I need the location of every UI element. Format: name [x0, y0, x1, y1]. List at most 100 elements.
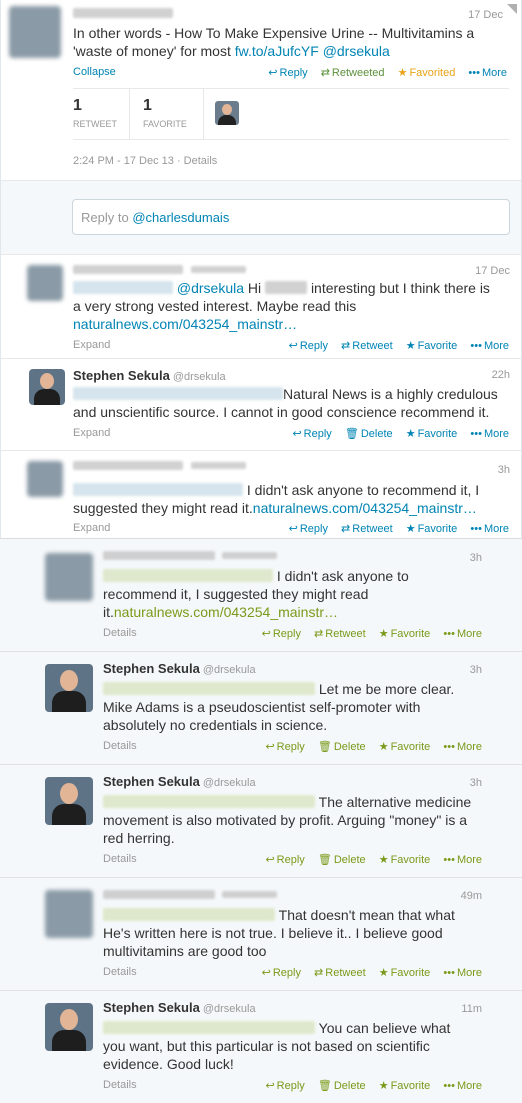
favoriter-avatar[interactable] — [215, 101, 239, 125]
thread-tweet[interactable]: Stephen Sekula @drsekula 22h Natural News… — [1, 358, 522, 450]
favorite-button[interactable]: ★ Favorite — [379, 966, 431, 979]
tweet-time[interactable]: 3h — [470, 777, 482, 789]
favorite-button[interactable]: ★ Favorite — [406, 522, 458, 535]
reply-button[interactable]: ↩ Reply — [268, 66, 307, 79]
expand-link[interactable]: Expand — [73, 339, 110, 351]
more-button[interactable]: ••• More — [443, 854, 482, 866]
favorite-button[interactable]: ★ Favorite — [379, 1079, 431, 1092]
avatar[interactable] — [45, 553, 93, 601]
more-button[interactable]: ••• More — [443, 741, 482, 753]
reply-button[interactable]: ↩ Reply — [265, 1079, 304, 1092]
reply-button[interactable]: ↩ Reply — [262, 627, 301, 640]
avatar[interactable] — [9, 6, 61, 58]
tweet-link[interactable]: naturalnews.com/043254_mainstr… — [73, 316, 297, 332]
tweet-time[interactable]: 3h — [470, 664, 482, 676]
more-button[interactable]: ••• More — [443, 628, 482, 640]
tweet-actions: ↩ Reply 🗑 Delete ★ Favorite ••• More — [255, 853, 482, 866]
mention-link[interactable]: @drsekula — [177, 280, 244, 296]
details-link[interactable]: Details — [103, 966, 137, 978]
more-button[interactable]: ••• More — [443, 967, 482, 979]
details-link[interactable]: Details — [184, 155, 218, 167]
thread-tweet[interactable]: 49m That doesn't mean that what He's wri… — [0, 877, 522, 990]
tweet-link[interactable]: naturalnews.com/043254_mainstr… — [114, 604, 338, 620]
thread-tweet[interactable]: Stephen Sekula @drsekula 3h The alternati… — [0, 764, 522, 877]
avatar[interactable] — [29, 369, 65, 405]
reply-button[interactable]: ↩ Reply — [289, 522, 328, 535]
delete-button[interactable]: 🗑 Delete — [345, 427, 393, 440]
dots-icon: ••• — [443, 854, 455, 866]
reply-arrow-icon: ↩ — [265, 1080, 275, 1092]
retweet-icon: ⇄ — [341, 523, 351, 535]
delete-button[interactable]: 🗑 Delete — [318, 740, 366, 753]
details-link[interactable]: Details — [103, 627, 137, 639]
more-button[interactable]: ••• More — [443, 1080, 482, 1092]
thread-tweet[interactable]: Stephen Sekula @drsekula 3h Let me be mor… — [0, 651, 522, 764]
expand-link[interactable]: Expand — [73, 427, 110, 439]
reply-button[interactable]: ↩ Reply — [265, 853, 304, 866]
conversation-panel-top: 17 Dec In other words - How To Make Expe… — [0, 0, 522, 538]
tweet-time[interactable]: 3h — [470, 552, 482, 564]
tweet-link[interactable]: naturalnews.com/043254_mainstr… — [253, 500, 477, 516]
favorited-button[interactable]: ★ Favorited — [398, 66, 456, 79]
retweet-stat[interactable]: 1 RETWEET — [73, 97, 129, 129]
reply-button[interactable]: ↩ Reply — [292, 427, 331, 440]
tweet-link[interactable]: fw.to/aJufcYF — [235, 43, 319, 59]
dots-icon: ••• — [470, 428, 482, 440]
favorite-button[interactable]: ★ Favorite — [379, 627, 431, 640]
tweet-time[interactable]: 49m — [461, 890, 482, 902]
more-button[interactable]: ••• More — [468, 67, 507, 79]
reply-button[interactable]: ↩ Reply — [265, 740, 304, 753]
thread-tweet[interactable]: 3h I didn't ask anyone to recommend it, … — [1, 450, 522, 538]
retweeted-button[interactable]: ⇄ Retweeted — [321, 66, 385, 79]
favorite-button[interactable]: ★ Favorite — [406, 427, 458, 440]
avatar[interactable] — [45, 890, 93, 938]
favorite-button[interactable]: ★ Favorite — [406, 339, 458, 352]
star-icon: ★ — [378, 628, 389, 640]
avatar[interactable] — [45, 777, 93, 825]
retweet-button[interactable]: ⇄ Retweet — [314, 966, 366, 979]
tweet-text: I didn't ask anyone to recommend it, I s… — [103, 568, 409, 620]
favorite-stat[interactable]: 1 FAVORITE — [143, 97, 199, 129]
expand-link[interactable]: Expand — [73, 522, 110, 534]
tweet-time[interactable]: 3h — [498, 464, 510, 476]
reply-button[interactable]: ↩ Reply — [262, 966, 301, 979]
avatar[interactable] — [45, 1003, 93, 1051]
avatar[interactable] — [45, 664, 93, 712]
trash-icon: 🗑 — [344, 428, 359, 440]
more-button[interactable]: ••• More — [470, 428, 509, 440]
tweet-time[interactable]: 17 Dec — [475, 265, 510, 277]
details-link[interactable]: Details — [103, 1079, 137, 1091]
retweet-button[interactable]: ⇄ Retweet — [341, 522, 393, 535]
retweet-button[interactable]: ⇄ Retweet — [341, 339, 393, 352]
tweet-text: The alternative medicine movement is als… — [103, 794, 472, 846]
thread-tweet[interactable]: Stephen Sekula @drsekula 11m You can beli… — [0, 990, 522, 1103]
thread-tweet[interactable]: 17 Dec @drsekula Hi interesting but I th… — [1, 254, 522, 358]
tweet-actions: ↩ Reply ⇄ Retweet ★ Favorite ••• More — [279, 339, 509, 352]
details-link[interactable]: Details — [103, 853, 137, 865]
favorite-button[interactable]: ★ Favorite — [379, 740, 431, 753]
tweet-time[interactable]: 22h — [492, 369, 510, 381]
author-name[interactable]: Stephen Sekula @drsekula — [103, 661, 256, 676]
avatar[interactable] — [27, 461, 63, 497]
dots-icon: ••• — [470, 340, 482, 352]
author-name[interactable]: Stephen Sekula @drsekula — [103, 1000, 256, 1015]
reply-input[interactable]: Reply to @charlesdumais — [72, 199, 510, 235]
retweet-button[interactable]: ⇄ Retweet — [314, 627, 366, 640]
collapse-link[interactable]: Collapse — [73, 66, 116, 78]
more-button[interactable]: ••• More — [470, 340, 509, 352]
reply-area: Reply to @charlesdumais — [1, 180, 521, 254]
author-name[interactable]: Stephen Sekula @drsekula — [103, 774, 256, 789]
tweet-time[interactable]: 11m — [461, 1003, 482, 1015]
tweet-time[interactable]: 17 Dec — [468, 9, 503, 21]
delete-button[interactable]: 🗑 Delete — [318, 853, 366, 866]
more-button[interactable]: ••• More — [470, 523, 509, 535]
mention-link[interactable]: @drsekula — [323, 43, 390, 59]
details-link[interactable]: Details — [103, 740, 137, 752]
dots-icon: ••• — [443, 1080, 455, 1092]
thread-tweet[interactable]: 3h I didn't ask anyone to recommend it, … — [0, 539, 522, 651]
avatar[interactable] — [27, 265, 63, 301]
favorite-button[interactable]: ★ Favorite — [379, 853, 431, 866]
delete-button[interactable]: 🗑 Delete — [318, 1079, 366, 1092]
reply-button[interactable]: ↩ Reply — [289, 339, 328, 352]
author-name[interactable]: Stephen Sekula @drsekula — [73, 368, 226, 383]
